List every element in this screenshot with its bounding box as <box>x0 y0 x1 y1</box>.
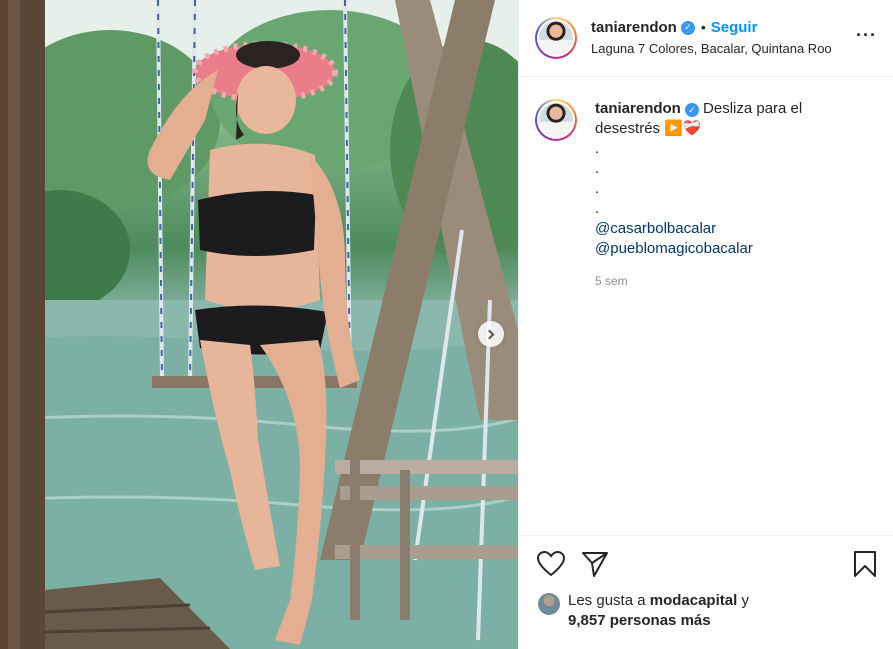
caption-dot: . <box>595 160 600 177</box>
more-options-icon[interactable]: ··· <box>856 25 877 52</box>
likes-prefix: Les gusta a <box>568 592 646 609</box>
share-button[interactable] <box>581 551 609 577</box>
caption-dot: . <box>595 140 600 157</box>
caption-text-line1: Desliza para el <box>703 100 803 117</box>
caption-text-line2: desestrés <box>595 120 661 137</box>
carousel-next-button[interactable] <box>478 321 504 347</box>
instagram-post: taniarendon ✓ • Seguir Laguna 7 Colores,… <box>0 0 893 649</box>
photo-illustration <box>0 0 518 649</box>
likes-connector: y <box>741 592 749 609</box>
author-username[interactable]: taniarendon <box>591 19 677 38</box>
post-header: taniarendon ✓ • Seguir Laguna 7 Colores,… <box>519 0 893 77</box>
mending-heart-emoji-icon: ❤️‍🩹 <box>682 120 702 137</box>
post-timestamp[interactable]: 5 sem <box>595 271 835 291</box>
save-button[interactable] <box>853 550 877 577</box>
verified-badge-icon: ✓ <box>684 103 699 117</box>
author-avatar[interactable] <box>535 17 577 59</box>
post-location[interactable]: Laguna 7 Colores, Bacalar, Quintana Roo <box>591 41 832 57</box>
liker-username[interactable]: modacapital <box>650 592 738 609</box>
likes-count-link[interactable]: 9,857 personas más <box>568 612 711 629</box>
bookmark-icon <box>854 550 876 577</box>
caption-dot: . <box>595 180 600 197</box>
comments-area: taniarendon ✓ Desliza para el desestrés ▶… <box>519 77 893 535</box>
likes-summary: Les gusta a modacapital y 9,857 personas… <box>519 591 893 649</box>
post-photo[interactable] <box>0 0 518 649</box>
heart-icon <box>537 550 565 576</box>
action-bar <box>519 535 893 591</box>
caption-dot: . <box>595 200 600 217</box>
header-text: taniarendon ✓ • Seguir Laguna 7 Colores,… <box>591 19 832 58</box>
play-emoji-icon: ▶️ <box>664 120 683 137</box>
verified-badge-icon: ✓ <box>680 20 695 35</box>
post-side-panel: taniarendon ✓ • Seguir Laguna 7 Colores,… <box>518 0 893 649</box>
caption-username[interactable]: taniarendon <box>595 100 681 117</box>
liker-avatar[interactable] <box>538 593 560 615</box>
like-button[interactable] <box>537 550 565 577</box>
mention-link[interactable]: @casarbolbacalar <box>595 219 835 239</box>
mention-link[interactable]: @pueblomagicobacalar <box>595 239 835 259</box>
chevron-right-icon <box>484 329 495 339</box>
caption-avatar[interactable] <box>535 99 577 141</box>
caption-body: taniarendon ✓ Desliza para el desestrés ▶… <box>595 99 835 291</box>
follow-button[interactable]: Seguir <box>711 19 758 38</box>
post-caption: taniarendon ✓ Desliza para el desestrés ▶… <box>535 99 877 291</box>
separator-dot: • <box>700 19 706 36</box>
paper-plane-icon <box>582 551 608 577</box>
